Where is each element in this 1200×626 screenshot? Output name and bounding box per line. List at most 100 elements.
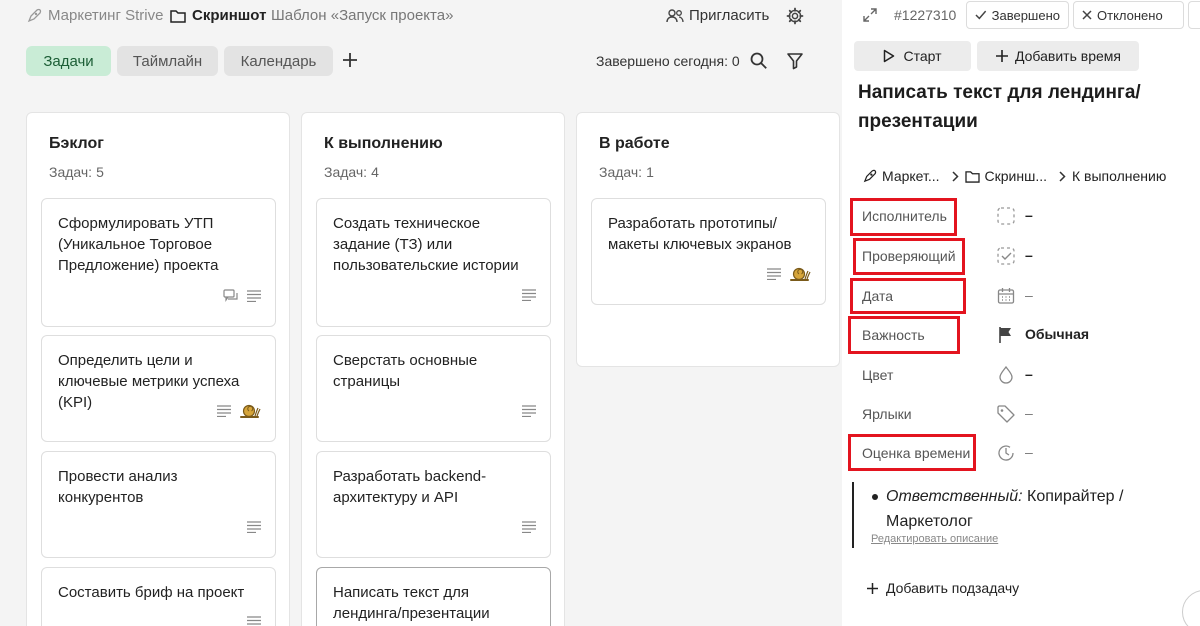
clock-icon xyxy=(998,445,1014,461)
task-card[interactable]: Создать техническое задание (ТЗ) или пол… xyxy=(316,198,551,327)
tag-icon xyxy=(997,405,1015,423)
property-value: – xyxy=(1025,405,1033,421)
invite-button[interactable]: Пригласить xyxy=(666,7,769,24)
expand-icon xyxy=(863,8,877,22)
snail-icon xyxy=(790,267,811,281)
property-value: – xyxy=(1025,247,1033,263)
search-icon xyxy=(750,52,767,69)
property-value: – xyxy=(1025,444,1033,460)
card-title: Составить бриф на проект xyxy=(58,584,245,601)
floating-action-button[interactable] xyxy=(1182,590,1200,626)
description-icon xyxy=(767,268,781,280)
column-count: Задач: 5 xyxy=(49,164,104,180)
breadcrumb-template[interactable]: Шаблон «Запуск проекта» xyxy=(271,7,453,24)
filter-button[interactable] xyxy=(786,51,804,76)
task-card[interactable]: Сверстать основные страницы xyxy=(316,335,551,442)
card-title: Написать текст для лендинга/презентации xyxy=(333,584,490,622)
chevron-right-icon xyxy=(952,170,959,182)
task-card-selected[interactable]: Написать текст для лендинга/презентации xyxy=(316,567,551,626)
users-icon xyxy=(666,8,684,22)
plus-icon xyxy=(996,50,1008,62)
tab-tasks[interactable]: Задачи xyxy=(26,46,111,76)
assignee-icon xyxy=(997,207,1015,225)
close-icon xyxy=(1082,10,1092,20)
bullet xyxy=(872,494,878,500)
description-icon xyxy=(217,405,231,417)
rocket-icon xyxy=(863,169,877,182)
description-icon xyxy=(247,521,261,533)
flag-icon xyxy=(999,327,1011,343)
column-backlog: Бэклог Задач: 5 Сформулировать УТП (Уника… xyxy=(26,112,290,626)
highlight-box xyxy=(850,198,957,236)
task-card[interactable]: Сформулировать УТП (Уникальное Торговое … xyxy=(41,198,276,327)
task-card[interactable]: Определить цели и ключевые метрики успех… xyxy=(41,335,276,442)
description-icon xyxy=(522,521,536,533)
path-column[interactable]: К выполнению xyxy=(1072,168,1166,184)
highlight-box xyxy=(853,238,965,275)
property-value: Обычная xyxy=(1025,326,1090,342)
property-label: Цвет xyxy=(862,367,894,383)
card-title: Провести анализ конкурентов xyxy=(58,468,178,506)
path-folder[interactable]: Скринш... xyxy=(964,168,1047,184)
tab-calendar[interactable]: Календарь xyxy=(224,46,333,76)
comment-icon xyxy=(223,289,238,302)
chevron-right-icon xyxy=(1059,170,1066,182)
task-card[interactable]: Разработать прототипы/ макеты ключевых э… xyxy=(591,198,826,305)
task-location-breadcrumb: Маркет... Скринш... К выполнению xyxy=(862,168,1166,184)
reviewer-icon xyxy=(997,247,1015,265)
top-bar: Маркетинг Strive Скриншот Шаблон «Запуск… xyxy=(0,0,842,34)
edit-description-link[interactable]: Редактировать описание xyxy=(871,533,998,545)
task-card[interactable]: Провести анализ конкурентов xyxy=(41,451,276,558)
check-icon xyxy=(975,10,987,20)
property-value: – xyxy=(1025,207,1033,223)
done-button[interactable]: Завершено xyxy=(966,1,1069,29)
folder-icon xyxy=(170,9,186,23)
description-icon xyxy=(522,405,536,417)
reject-button[interactable]: Отклонено xyxy=(1073,1,1184,29)
property-label: Ярлыки xyxy=(862,406,912,422)
gear-icon xyxy=(786,7,804,25)
add-subtask-button[interactable]: Добавить подзадачу xyxy=(866,580,1019,596)
plus-icon xyxy=(343,53,357,67)
view-tabs: Задачи Таймлайн Календарь xyxy=(26,46,333,76)
add-view-button[interactable] xyxy=(340,50,360,75)
task-card[interactable]: Разработать backend-архитектуру и API xyxy=(316,451,551,558)
folder-icon xyxy=(964,170,980,183)
column-title: К выполнению xyxy=(324,135,443,152)
column-count: Задач: 1 xyxy=(599,164,654,180)
expand-button[interactable] xyxy=(862,7,878,28)
play-icon xyxy=(884,49,895,63)
description-icon xyxy=(247,616,261,625)
property-color[interactable]: Цвет – xyxy=(862,360,1182,390)
description-icon xyxy=(247,290,261,302)
rocket-icon xyxy=(27,8,42,22)
column-count: Задач: 4 xyxy=(324,164,379,180)
drop-icon xyxy=(999,365,1013,384)
settings-button[interactable] xyxy=(786,7,804,30)
column-todo: К выполнению Задач: 4 Создать техническое… xyxy=(301,112,565,626)
task-card[interactable]: Составить бриф на проект xyxy=(41,567,276,626)
calendar-icon xyxy=(997,288,1015,304)
breadcrumb-project[interactable]: Маркетинг Strive xyxy=(26,7,163,24)
task-panel-header: #1227310 Завершено Отклонено xyxy=(842,0,1200,30)
breadcrumb-folder[interactable]: Скриншот xyxy=(170,7,266,24)
column-in-progress: В работе Задач: 1 Разработать прототипы/ … xyxy=(576,112,840,367)
highlight-box xyxy=(848,434,976,471)
search-button[interactable] xyxy=(749,51,769,76)
task-id: #1227310 xyxy=(894,7,957,23)
column-title: В работе xyxy=(599,135,670,152)
more-button[interactable] xyxy=(1188,1,1200,29)
task-title[interactable]: Написать текст для лендинга/ презентации xyxy=(858,78,1168,136)
highlight-box xyxy=(850,278,966,314)
path-project[interactable]: Маркет... xyxy=(862,168,940,184)
property-labels[interactable]: Ярлыки – xyxy=(862,399,1182,429)
filter-icon xyxy=(787,53,803,70)
card-title: Сформулировать УТП (Уникальное Торговое … xyxy=(58,215,219,274)
description-icon xyxy=(522,289,536,301)
add-time-button[interactable]: Добавить время xyxy=(977,41,1139,71)
board-area: Маркетинг Strive Скриншот Шаблон «Запуск… xyxy=(0,0,842,626)
start-timer-button[interactable]: Старт xyxy=(854,41,971,71)
tab-timeline[interactable]: Таймлайн xyxy=(117,46,218,76)
done-today-counter: Завершено сегодня: 0 xyxy=(596,53,740,69)
description-list-item: Ответственный: Копирайтер / Маркетолог xyxy=(872,484,1162,534)
